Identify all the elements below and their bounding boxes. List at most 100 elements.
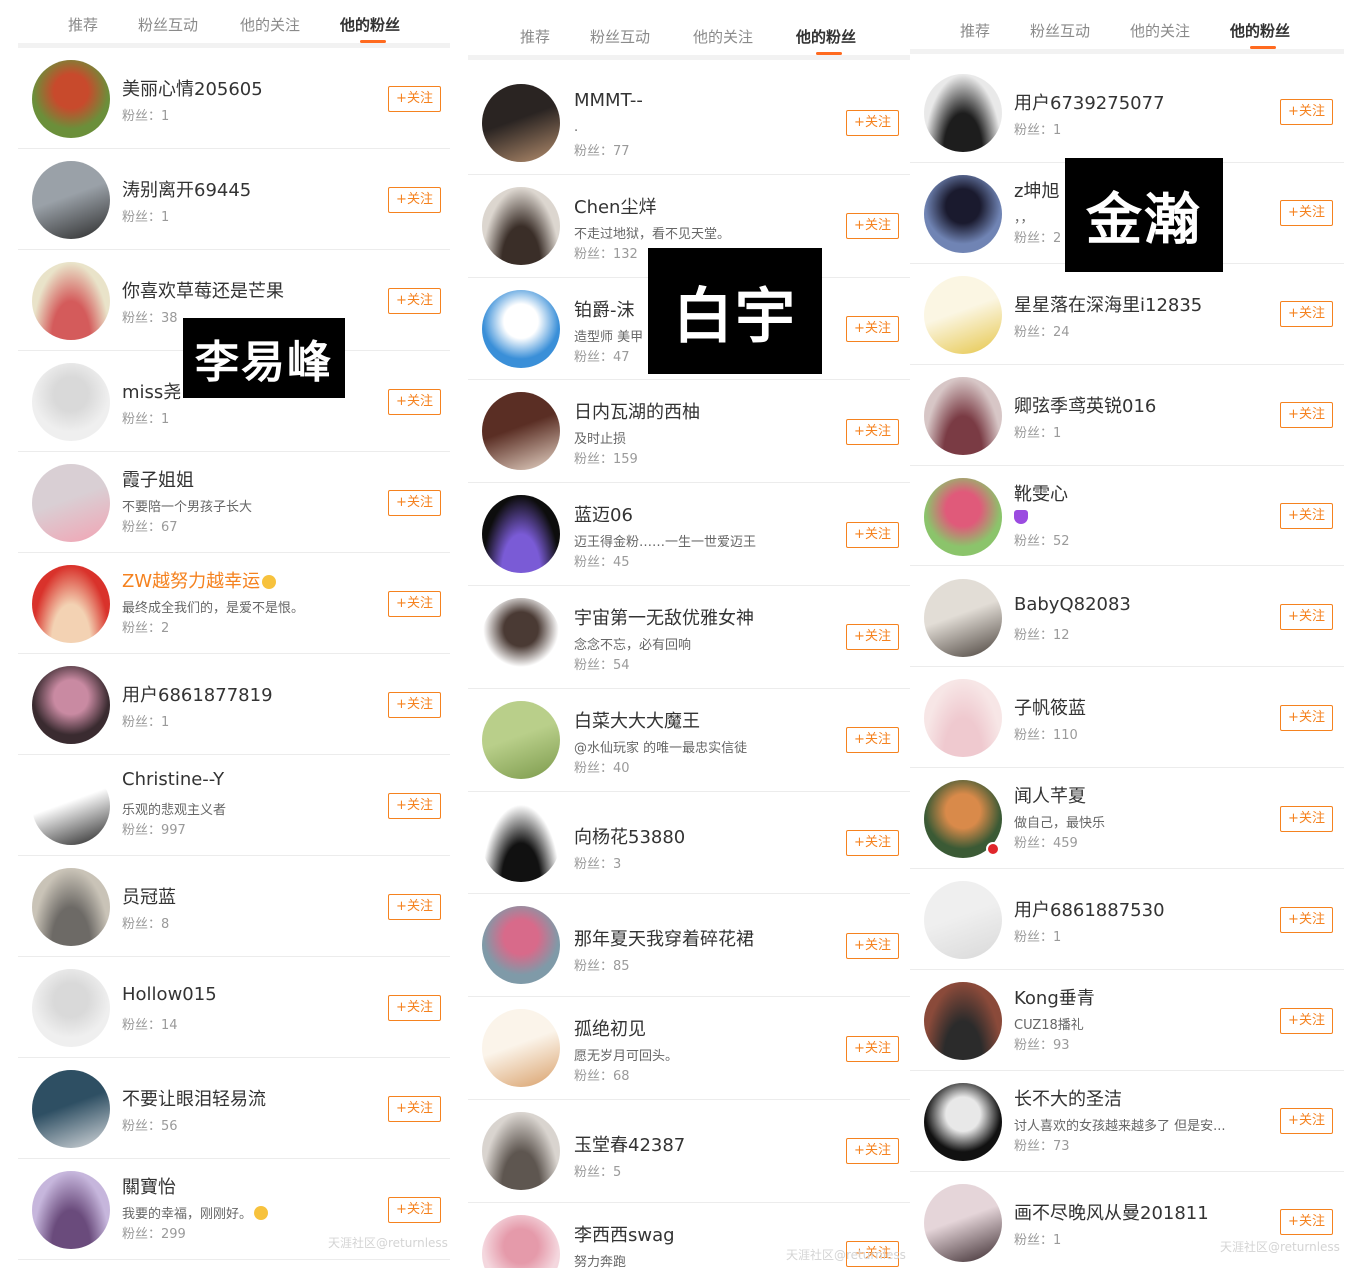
follow-button[interactable]: +关注 <box>846 932 899 959</box>
user-name[interactable]: 用户6739275077 <box>1014 89 1165 115</box>
user-name[interactable]: 员冠蓝 <box>122 883 176 909</box>
user-name[interactable]: 那年夏天我穿着碎花裙 <box>574 925 754 951</box>
user-name[interactable]: 玉堂春42387 <box>574 1131 685 1157</box>
fan-list-item[interactable]: 霞子姐姐 不要陪一个男孩子长大 粉丝：67 +关注 <box>18 452 450 553</box>
tab-fan-interaction[interactable]: 粉丝互动 <box>590 26 650 47</box>
follow-button[interactable]: +关注 <box>846 624 899 651</box>
fan-list-item[interactable]: 子帆筱蓝 粉丝：110 +关注 <box>910 667 1344 769</box>
avatar[interactable] <box>924 1083 1002 1161</box>
tab-recommend[interactable]: 推荐 <box>68 14 98 35</box>
tab-his-fans[interactable]: 他的粉丝 <box>1230 20 1290 41</box>
user-name[interactable]: 涛别离开69445 <box>122 176 251 202</box>
user-name[interactable]: Hollow015 <box>122 984 217 1005</box>
fan-list-item[interactable]: 用户6861887530 粉丝：1 +关注 <box>910 869 1344 971</box>
user-name[interactable]: Chen尘烊 <box>574 193 656 219</box>
follow-button[interactable]: +关注 <box>846 1138 899 1165</box>
follow-button[interactable]: +关注 <box>846 1035 899 1062</box>
fan-list-item[interactable]: 白菜大大大魔王 @水仙玩家 的唯一最忠实信徒 粉丝：40 +关注 <box>468 689 910 792</box>
tab-fan-interaction[interactable]: 粉丝互动 <box>138 14 198 35</box>
user-name[interactable]: 卿弦季鸢英锐016 <box>1014 392 1156 418</box>
user-name[interactable]: Christine--Y <box>122 769 224 790</box>
follow-button[interactable]: +关注 <box>846 727 899 754</box>
avatar[interactable] <box>32 868 110 946</box>
follow-button[interactable]: +关注 <box>388 994 441 1021</box>
fan-list-item[interactable]: 用户6739275077 粉丝：1 +关注 <box>910 62 1344 163</box>
user-name[interactable]: 画不尽晚风从曼201811 <box>1014 1199 1209 1225</box>
avatar[interactable] <box>482 84 560 162</box>
user-name[interactable]: 铂爵-沫 <box>574 296 635 322</box>
follow-button[interactable]: +关注 <box>1280 1108 1333 1135</box>
avatar[interactable] <box>482 186 560 265</box>
fan-list-item[interactable]: MMMT--. 粉丝：77 +关注 <box>468 72 910 175</box>
follow-button[interactable]: +关注 <box>388 792 441 819</box>
follow-button[interactable]: +关注 <box>388 85 441 112</box>
fan-list-item[interactable]: 宇宙第一无敌优雅女神 念念不忘，必有回响 粉丝：54 +关注 <box>468 586 910 689</box>
fan-list-item[interactable]: 日内瓦湖的西柚 及时止损 粉丝：159 +关注 <box>468 380 910 484</box>
tab-his-following[interactable]: 他的关注 <box>693 26 753 47</box>
avatar[interactable] <box>924 74 1002 152</box>
avatar[interactable] <box>924 982 1002 1061</box>
tab-his-following[interactable]: 他的关注 <box>1130 20 1190 41</box>
avatar[interactable] <box>32 666 110 744</box>
user-name[interactable]: ZW越努力越幸运 <box>122 567 277 593</box>
tab-recommend[interactable]: 推荐 <box>520 26 550 47</box>
follow-button[interactable]: +关注 <box>388 893 441 920</box>
user-name[interactable]: 靴雯心 <box>1014 480 1068 506</box>
avatar[interactable] <box>924 477 1002 556</box>
follow-button[interactable]: +关注 <box>1280 906 1333 933</box>
avatar[interactable] <box>924 275 1002 354</box>
follow-button[interactable]: +关注 <box>1280 301 1333 328</box>
fan-list-item[interactable]: 长不大的圣洁 讨人喜欢的女孩越来越多了 但是安... 粉丝：73 +关注 <box>910 1071 1344 1172</box>
fan-list-item[interactable]: 不要让眼泪轻易流 粉丝：56 +关注 <box>18 1058 450 1159</box>
follow-button[interactable]: +关注 <box>388 489 441 516</box>
avatar[interactable] <box>482 906 560 985</box>
follow-button[interactable]: +关注 <box>388 590 441 617</box>
avatar[interactable] <box>482 495 560 574</box>
fan-list-item[interactable]: 蓝迈06 迈王得金粉……一生一世爱迈王 粉丝：45 +关注 <box>468 483 910 586</box>
user-name[interactable]: 不要让眼泪轻易流 <box>122 1085 266 1111</box>
tab-his-following[interactable]: 他的关注 <box>240 14 300 35</box>
avatar[interactable] <box>482 392 560 471</box>
follow-button[interactable]: +关注 <box>388 691 441 718</box>
user-name[interactable]: 长不大的圣洁 <box>1014 1085 1122 1111</box>
follow-button[interactable]: +关注 <box>388 1095 441 1122</box>
avatar[interactable] <box>482 1009 560 1088</box>
user-name[interactable]: 你喜欢草莓还是芒果 <box>122 277 284 303</box>
avatar[interactable] <box>482 700 560 779</box>
follow-button[interactable]: +关注 <box>1280 99 1333 126</box>
user-name[interactable]: 闻人芊夏 <box>1014 782 1086 808</box>
fan-list-item[interactable]: 卿弦季鸢英锐016 粉丝：1 +关注 <box>910 365 1344 466</box>
user-name[interactable]: 用户6861877819 <box>122 681 273 707</box>
avatar[interactable] <box>924 376 1002 455</box>
follow-button[interactable]: +关注 <box>1280 1209 1333 1236</box>
follow-button[interactable]: +关注 <box>388 1196 441 1223</box>
user-name[interactable]: 白菜大大大魔王 <box>574 707 700 733</box>
fan-list-item[interactable]: 向杨花53880 粉丝：3 +关注 <box>468 792 910 895</box>
fan-list-item[interactable]: ZW越努力越幸运 最终成全我们的，是爱不是恨。 粉丝：2 +关注 <box>18 553 450 654</box>
follow-button[interactable]: +关注 <box>1280 402 1333 429</box>
fan-list-item[interactable]: Kong垂青 CUZ18播礼 粉丝：93 +关注 <box>910 970 1344 1071</box>
user-name[interactable]: 日内瓦湖的西柚 <box>574 398 700 424</box>
follow-button[interactable]: +关注 <box>846 829 899 856</box>
follow-button[interactable]: +关注 <box>846 315 899 342</box>
avatar[interactable] <box>32 1070 110 1148</box>
avatar[interactable] <box>32 464 110 542</box>
tab-fan-interaction[interactable]: 粉丝互动 <box>1030 20 1090 41</box>
user-name[interactable]: 子帆筱蓝 <box>1014 694 1086 720</box>
follow-button[interactable]: +关注 <box>388 186 441 213</box>
user-name[interactable]: 向杨花53880 <box>574 823 685 849</box>
fan-list-item[interactable]: 靴雯心 粉丝：52 +关注 <box>910 466 1344 567</box>
follow-button[interactable]: +关注 <box>388 388 441 415</box>
user-name[interactable]: 李西西swag <box>574 1221 675 1247</box>
follow-button[interactable]: +关注 <box>1280 805 1333 832</box>
avatar[interactable] <box>924 578 1002 657</box>
fan-list-item[interactable]: 员冠蓝 粉丝：8 +关注 <box>18 856 450 957</box>
avatar[interactable] <box>924 881 1002 960</box>
avatar[interactable] <box>32 767 110 845</box>
avatar[interactable] <box>482 1112 560 1190</box>
avatar[interactable] <box>32 969 110 1047</box>
fan-list-item[interactable]: 孤绝初见 愿无岁月可回头。 粉丝：68 +关注 <box>468 997 910 1100</box>
tab-his-fans[interactable]: 他的粉丝 <box>796 26 856 47</box>
fan-list-item[interactable]: BabyQ82083 粉丝：12 +关注 <box>910 567 1344 668</box>
user-name[interactable]: BabyQ82083 <box>1014 594 1131 615</box>
